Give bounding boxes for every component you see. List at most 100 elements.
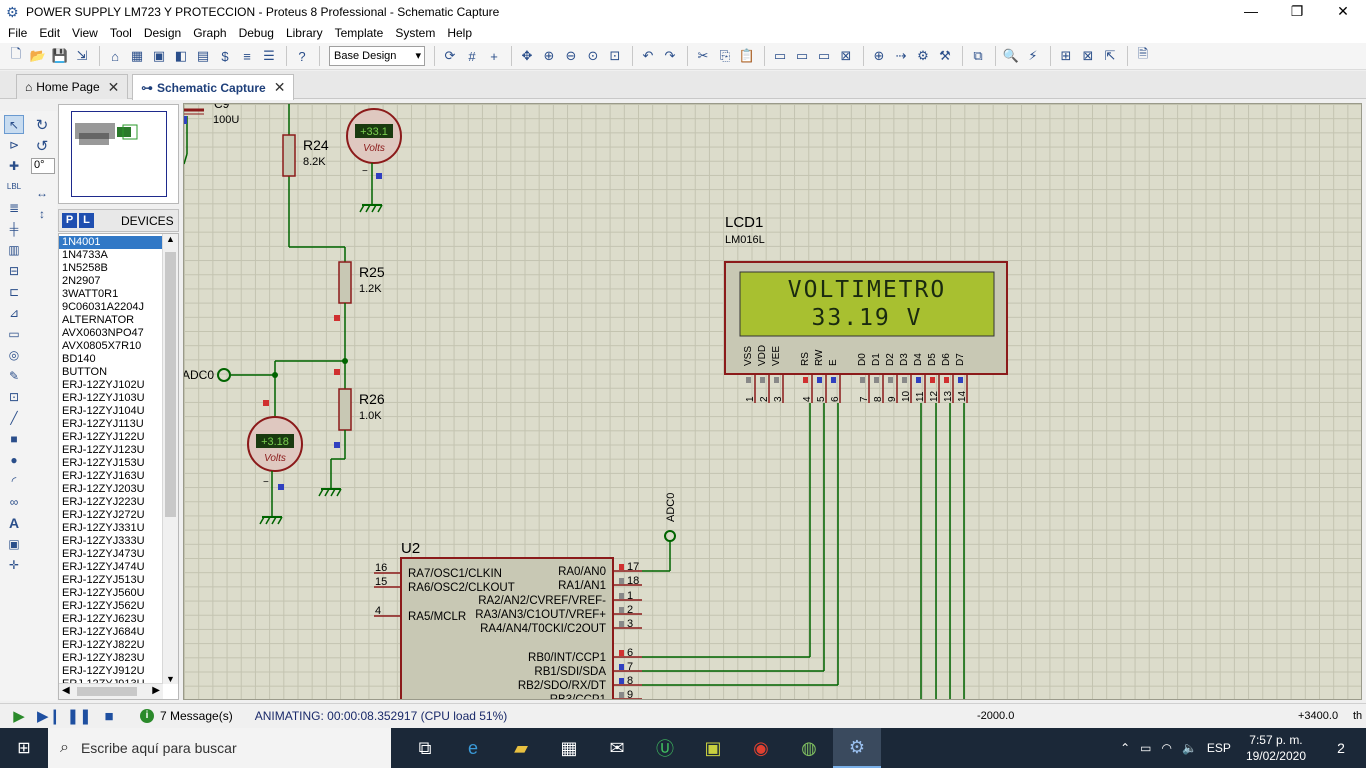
device-list-item[interactable]: ERJ-12ZYJ822U: [59, 639, 162, 652]
new-file-icon[interactable]: 🗋: [6, 46, 26, 66]
taskbar-search[interactable]: ⌕ Escribe aquí para buscar: [48, 728, 391, 768]
language-indicator[interactable]: ESP: [1207, 741, 1231, 755]
device-list-item[interactable]: BD140: [59, 353, 162, 366]
schematic-icon[interactable]: ▦: [127, 46, 147, 66]
pick-devices-button[interactable]: P: [62, 213, 77, 228]
device-list-item[interactable]: ERJ-12ZYJ153U: [59, 457, 162, 470]
globe-app-icon[interactable]: ◍: [785, 728, 833, 768]
scroll-down-icon[interactable]: ▼: [163, 674, 178, 684]
device-list-item[interactable]: ERJ-12ZYJ912U: [59, 665, 162, 678]
voltmeter-top[interactable]: +33.1 Volts −: [346, 108, 402, 213]
pcb-layout-icon[interactable]: ▣: [149, 46, 169, 66]
block-rotate-icon[interactable]: ▭: [814, 46, 834, 66]
source-code-icon[interactable]: ≡: [237, 46, 257, 66]
wire-label-icon[interactable]: LBL: [4, 177, 24, 196]
close-button[interactable]: ✕: [1320, 0, 1366, 23]
line-icon[interactable]: ╱: [4, 408, 24, 427]
voltmeter-bottom[interactable]: +3.18 Volts −: [247, 400, 303, 525]
network-icon[interactable]: ◠: [1161, 741, 1171, 755]
device-list-item[interactable]: BUTTON: [59, 366, 162, 379]
lcd-lm016l[interactable]: LCD1 LM016L VOLTIMETRO 33.19 V VSS 1 VDD 2 V…: [724, 214, 1008, 403]
close-tab-icon[interactable]: ✕: [274, 79, 286, 96]
proteus-taskbar-icon[interactable]: ⚙: [833, 728, 881, 768]
mirror-vertical-icon[interactable]: ↕: [32, 204, 52, 223]
device-list-item[interactable]: ERJ-12ZYJ473U: [59, 548, 162, 561]
pause-icon[interactable]: ❚❚: [66, 706, 91, 726]
overview-window[interactable]: [58, 104, 179, 204]
package-tool-icon[interactable]: ⚙: [913, 46, 933, 66]
device-pins-icon[interactable]: ⊏: [4, 282, 24, 301]
bus-icon[interactable]: ╪: [4, 219, 24, 238]
box-icon[interactable]: ■: [4, 429, 24, 448]
make-device-icon[interactable]: ⇢: [891, 46, 911, 66]
zoom-area-icon[interactable]: ⊡: [605, 46, 625, 66]
device-list-item[interactable]: ERJ-12ZYJ513U: [59, 574, 162, 587]
3d-viewer-icon[interactable]: ◧: [171, 46, 191, 66]
wire-autorouter-icon[interactable]: ⧉: [968, 46, 988, 66]
device-list-item[interactable]: ERJ-12ZYJ272U: [59, 509, 162, 522]
import-icon[interactable]: ⇲: [72, 46, 92, 66]
menu-design[interactable]: Design: [138, 26, 187, 40]
remove-sheet-icon[interactable]: ⊠: [1078, 46, 1098, 66]
menu-library[interactable]: Library: [280, 26, 329, 40]
subcircuit-icon[interactable]: ▥: [4, 240, 24, 259]
design-explorer-icon[interactable]: ☰: [259, 46, 279, 66]
device-list-item[interactable]: ERJ-12ZYJ223U: [59, 496, 162, 509]
device-list-item[interactable]: ERJ-12ZYJ331U: [59, 522, 162, 535]
device-list-item[interactable]: 2N2907: [59, 275, 162, 288]
rotation-field[interactable]: 0°: [31, 158, 55, 174]
device-list-item[interactable]: ERJ-12ZYJ123U: [59, 444, 162, 457]
chrome-icon[interactable]: ◉: [737, 728, 785, 768]
device-list-item[interactable]: AVX0603NPO47: [59, 327, 162, 340]
zoom-out-icon[interactable]: ⊖: [561, 46, 581, 66]
file-explorer-icon[interactable]: ▰: [497, 728, 545, 768]
message-indicator[interactable]: i 7 Message(s): [140, 709, 233, 723]
minimize-button[interactable]: —: [1228, 0, 1274, 23]
new-sheet-icon[interactable]: ⊞: [1056, 46, 1076, 66]
menu-tool[interactable]: Tool: [104, 26, 138, 40]
bascom-avr-icon[interactable]: ▣: [689, 728, 737, 768]
battery-icon[interactable]: ▭: [1140, 741, 1151, 755]
device-list-item[interactable]: ERJ-12ZYJ474U: [59, 561, 162, 574]
schematic-canvas[interactable]: C9 100U R24 8.2K +33.1 Volts − R25 1.2K …: [183, 103, 1362, 700]
device-list-item[interactable]: ERJ-12ZYJ104U: [59, 405, 162, 418]
windows-start-icon[interactable]: ⊞: [0, 728, 48, 768]
menu-file[interactable]: File: [2, 26, 33, 40]
marker-icon[interactable]: ✛: [4, 555, 24, 574]
mirror-horizontal-icon[interactable]: ↔: [32, 183, 52, 202]
capacitor-c9[interactable]: C9 100U: [184, 104, 239, 165]
text-icon[interactable]: A: [4, 513, 24, 532]
copy-icon[interactable]: ⎘: [715, 46, 735, 66]
save-icon[interactable]: 💾: [50, 46, 70, 66]
volume-icon[interactable]: 🔈: [1182, 741, 1197, 755]
undo-icon[interactable]: ↶: [638, 46, 658, 66]
menu-debug[interactable]: Debug: [233, 26, 280, 40]
device-list-item[interactable]: ERJ-12ZYJ560U: [59, 587, 162, 600]
exit-parent-icon[interactable]: ⇱: [1100, 46, 1120, 66]
text-script-icon[interactable]: ≣: [4, 198, 24, 217]
device-list-item[interactable]: ERJ-12ZYJ102U: [59, 379, 162, 392]
device-list-item[interactable]: 3WATT0R1: [59, 288, 162, 301]
arc-icon[interactable]: ◜: [4, 471, 24, 490]
device-list-item[interactable]: ALTERNATOR: [59, 314, 162, 327]
resistor-r26[interactable]: R26 1.0K: [334, 388, 385, 448]
block-move-icon[interactable]: ▭: [792, 46, 812, 66]
pick-device-icon[interactable]: ⊕: [869, 46, 889, 66]
circle-icon[interactable]: ●: [4, 450, 24, 469]
design-variant-select[interactable]: Base Design: [329, 46, 425, 66]
device-list-item[interactable]: 9C06031A2204J: [59, 301, 162, 314]
device-list-item[interactable]: ERJ-12ZYJ113U: [59, 418, 162, 431]
zoom-in-icon[interactable]: ⊕: [539, 46, 559, 66]
menu-view[interactable]: View: [66, 26, 104, 40]
open-folder-icon[interactable]: 📂: [28, 46, 48, 66]
device-list-item[interactable]: ERJ-12ZYJ333U: [59, 535, 162, 548]
rotate-anticlockwise-icon[interactable]: ↺: [32, 136, 52, 155]
resistor-r25[interactable]: R25 1.2K: [334, 261, 385, 321]
tape-recorder-icon[interactable]: ▭: [4, 324, 24, 343]
clock[interactable]: 7:57 p. m. 19/02/2020: [1246, 732, 1306, 764]
maximize-button[interactable]: ❐: [1274, 0, 1320, 23]
block-copy-icon[interactable]: ▭: [770, 46, 790, 66]
menu-template[interactable]: Template: [329, 26, 390, 40]
device-list-item[interactable]: ERJ-12ZYJ623U: [59, 613, 162, 626]
bom-icon[interactable]: $: [215, 46, 235, 66]
